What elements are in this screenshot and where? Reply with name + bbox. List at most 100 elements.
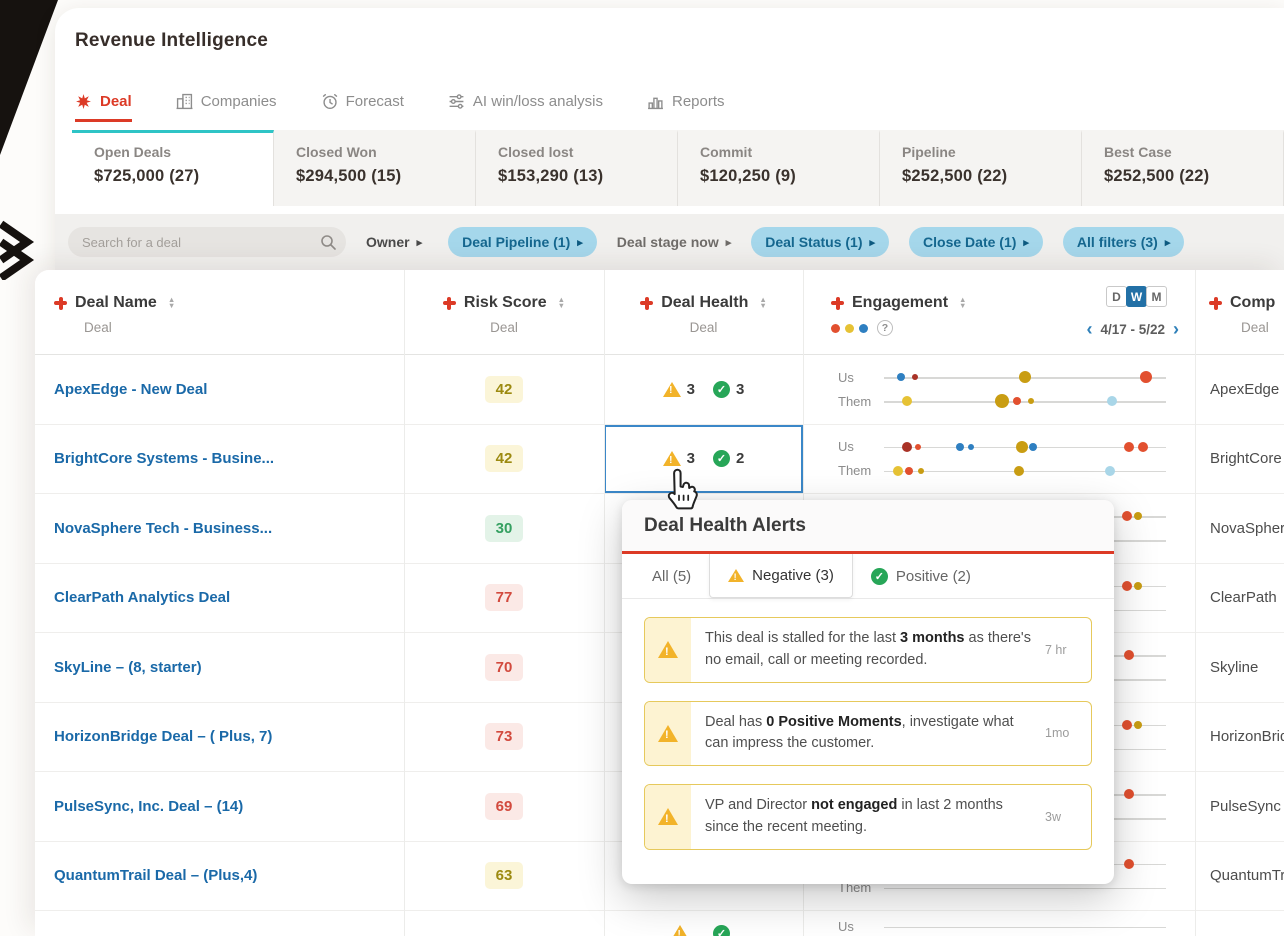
date-range-label: 4/17 - 5/22: [1100, 321, 1165, 337]
filter-deal-pipeline-1[interactable]: Deal Pipeline (1) ▸: [448, 227, 597, 257]
risk-score-cell: 63: [404, 842, 604, 911]
deal-name-link[interactable]: BrightCore Systems - Busine...: [54, 450, 274, 467]
engagement-them-line: Them: [838, 463, 1195, 478]
warning-icon: [662, 381, 681, 397]
column-divider: [404, 270, 405, 936]
engagement-date-range: ‹ 4/17 - 5/22 ›: [1086, 320, 1179, 338]
deal-search[interactable]: [68, 227, 346, 257]
alert-timestamp: 1mo: [1045, 726, 1070, 741]
column-label: Deal Name: [75, 294, 157, 311]
company-cell: QuantumTrail: [1210, 867, 1284, 885]
deal-name-cell: SkyLine – (8, starter): [35, 633, 404, 702]
sort-icon[interactable]: ▲ ▼: [959, 296, 966, 310]
risk-score-badge: 42: [485, 375, 523, 403]
alert-tab-positive-2[interactable]: ✓ Positive (2): [853, 554, 989, 598]
column-label: Engagement: [852, 294, 949, 311]
deal-name-link[interactable]: NovaSphere Tech - Business...: [54, 520, 272, 537]
company-cell: ClearPath: [1210, 589, 1277, 607]
deal-health-cell[interactable]: 3✓2: [604, 425, 803, 494]
alert-item: Deal has 0 Positive Moments, investigate…: [644, 700, 1092, 766]
column-header-risk-score[interactable]: Risk Score ▲ ▼ Deal: [404, 270, 604, 354]
filter-owner[interactable]: Owner ▸: [366, 227, 422, 257]
column-subtitle: Deal: [689, 320, 718, 335]
summary-card-best-case[interactable]: Best Case $252,500 (22): [1082, 130, 1284, 206]
deal-health-cell[interactable]: 3✓3: [604, 355, 803, 424]
nav-tab-label: AI win/loss analysis: [472, 93, 603, 110]
engagement-track: [884, 370, 1166, 384]
deal-health-cell[interactable]: ✓: [604, 911, 803, 936]
health-positive-value: 2: [736, 450, 745, 468]
alert-tab-negative-3[interactable]: Negative (3): [709, 554, 853, 598]
card-label: Closed lost: [498, 144, 574, 160]
sort-icon[interactable]: ▲ ▼: [558, 296, 565, 310]
engagement-dot: [896, 373, 905, 382]
deal-health-alerts-popup: Deal Health Alerts All (5)Negative (3)✓P…: [622, 500, 1114, 884]
column-label: Risk Score: [463, 294, 547, 311]
summary-card-commit[interactable]: Commit $120,250 (9): [678, 130, 880, 206]
column-header-engagement[interactable]: Engagement ▲ ▼ ? DWM ‹ 4/17 - 5/22 ›: [803, 270, 1195, 354]
help-icon[interactable]: ?: [877, 320, 893, 336]
nav-tab-companies[interactable]: Companies: [176, 93, 277, 122]
risk-score-cell: 77: [404, 564, 604, 633]
column-header-company[interactable]: Comp Deal: [1195, 270, 1284, 354]
company-column-icon: [1209, 296, 1222, 310]
engagement-dot: [901, 441, 912, 452]
deal-name-link[interactable]: ClearPath Analytics Deal: [54, 589, 230, 606]
sort-icon[interactable]: ▲ ▼: [759, 296, 766, 310]
engagement-dot: [1016, 440, 1029, 453]
tab-label: Positive (2): [895, 567, 971, 585]
search-input[interactable]: [68, 227, 346, 257]
summary-card-open-deals[interactable]: Open Deals $725,000 (27): [72, 130, 274, 206]
deal-name-link[interactable]: HorizonBridge Deal – ( Plus, 7): [54, 728, 272, 745]
top-nav: Deal Companies Forecast AI win/loss analysi…: [75, 82, 725, 122]
nav-tab-deal[interactable]: Deal: [75, 93, 132, 122]
deal-name-link[interactable]: PulseSync, Inc. Deal – (14): [54, 798, 243, 815]
column-header-deal-name[interactable]: Deal Name ▲ ▼ Deal: [35, 270, 404, 354]
nav-tab-reports[interactable]: Reports: [647, 93, 725, 122]
health-negative-value: 3: [686, 380, 695, 398]
deal-name-cell: ClearPath Analytics Deal: [35, 564, 404, 633]
risk-score-badge: 42: [485, 445, 523, 473]
filter-deal-stage-now[interactable]: Deal stage now ▸: [617, 227, 731, 257]
deal-name-link[interactable]: SkyLine – (8, starter): [54, 659, 202, 676]
chevron-left-icon[interactable]: ‹: [1086, 320, 1092, 338]
risk-score-badge: 63: [485, 862, 523, 890]
period-toggle-d[interactable]: D: [1106, 286, 1127, 307]
engagement-dot: [1124, 441, 1135, 452]
engagement-dot: [1133, 581, 1142, 590]
engagement-column-icon: [831, 296, 844, 310]
risk-score-cell: [404, 911, 604, 936]
column-header-deal-health[interactable]: Deal Health ▲ ▼ Deal: [604, 270, 803, 354]
deal-name-link[interactable]: ApexEdge - New Deal: [54, 381, 207, 398]
period-toggle-w[interactable]: W: [1126, 286, 1147, 307]
engagement-dot: [1121, 580, 1132, 591]
period-toggle: DWM: [1106, 286, 1167, 307]
table-row: ApexEdge - New Deal423✓3UsThemApexEdge: [35, 355, 1284, 425]
deal-name-link[interactable]: QuantumTrail Deal – (Plus,4): [54, 867, 257, 884]
reports-icon: [647, 93, 664, 110]
risk-score-cell: 69: [404, 772, 604, 841]
engagement-dot: [1140, 371, 1153, 384]
engagement-dot: [905, 466, 914, 475]
engagement-dot: [1121, 719, 1132, 730]
nav-tab-ai-win-loss-analysis[interactable]: AI win/loss analysis: [448, 93, 603, 122]
risk-score-cell: 30: [404, 494, 604, 563]
engagement-dot: [968, 443, 975, 450]
warning-icon: [728, 569, 745, 582]
sort-icon[interactable]: ▲ ▼: [168, 296, 175, 310]
summary-card-closed-lost[interactable]: Closed lost $153,290 (13): [476, 130, 678, 206]
period-toggle-m[interactable]: M: [1146, 286, 1167, 307]
column-label: Deal Health: [661, 294, 749, 311]
summary-card-closed-won[interactable]: Closed Won $294,500 (15): [274, 130, 476, 206]
alert-text: Deal has 0 Positive Moments, investigate…: [705, 713, 1014, 752]
chevron-right-icon[interactable]: ›: [1173, 320, 1179, 338]
filter-all-filters-3[interactable]: All filters (3) ▸: [1062, 227, 1185, 257]
column-subtitle: Deal: [490, 320, 518, 335]
nav-tab-forecast[interactable]: Forecast: [321, 93, 404, 122]
engagement-track: [884, 394, 1166, 409]
table-header: Deal Name ▲ ▼ Deal Risk Score ▲ ▼ Deal Dea…: [35, 270, 1284, 355]
summary-card-pipeline[interactable]: Pipeline $252,500 (22): [880, 130, 1082, 206]
alert-tab-all-5[interactable]: All (5): [634, 554, 709, 598]
filter-deal-status-1[interactable]: Deal Status (1) ▸: [751, 227, 890, 257]
filter-close-date-1[interactable]: Close Date (1) ▸: [909, 227, 1043, 257]
